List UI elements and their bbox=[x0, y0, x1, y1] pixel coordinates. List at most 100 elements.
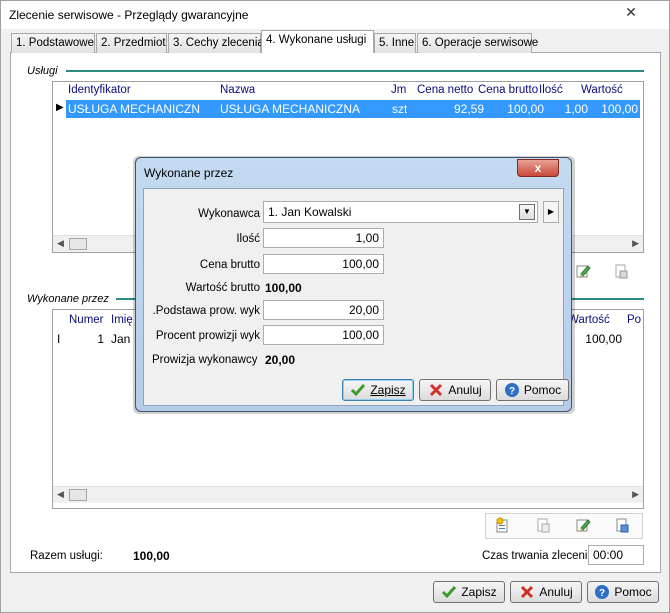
wartosc-value: 100,00 bbox=[265, 281, 302, 295]
scroll-left-icon[interactable]: ◀ bbox=[57, 238, 64, 249]
tab-cechy[interactable]: 3. Cechy zlecenia bbox=[168, 33, 264, 53]
cell-numer: 1 bbox=[97, 332, 104, 346]
chevron-right-icon[interactable]: ▶ bbox=[543, 201, 559, 223]
edit-icon[interactable] bbox=[575, 517, 591, 533]
cancel-button[interactable]: Anuluj bbox=[510, 581, 582, 603]
cell-cena-brutto: 100,00 bbox=[507, 102, 544, 116]
tab-label: 1. Podstawowe bbox=[16, 37, 94, 49]
delete-icon[interactable] bbox=[613, 263, 629, 279]
cell-ilosc: 1,00 bbox=[564, 102, 588, 116]
row-indicator-icon: ▶ bbox=[56, 102, 64, 113]
chevron-down-icon[interactable]: ▼ bbox=[519, 204, 535, 220]
razem-value: 100,00 bbox=[133, 549, 170, 563]
col-cena-netto[interactable]: Cena netto bbox=[417, 84, 473, 96]
save-button[interactable]: Zapisz bbox=[433, 581, 505, 603]
dialog-save-button[interactable]: Zapisz bbox=[342, 379, 414, 401]
help-button[interactable]: ? Pomoc bbox=[587, 581, 659, 603]
wykonane-hscroll[interactable]: ◀ ▶ bbox=[53, 486, 643, 503]
razem-label: Razem usługi: bbox=[30, 550, 103, 562]
cross-icon bbox=[430, 383, 443, 397]
tab-label: 4. Wykonane usługi bbox=[266, 34, 367, 46]
col-po[interactable]: Po bbox=[627, 314, 641, 326]
uslugi-divider bbox=[66, 70, 644, 72]
help-icon: ? bbox=[504, 383, 519, 397]
save-label: Zapisz bbox=[461, 585, 497, 599]
scroll-thumb[interactable] bbox=[69, 238, 87, 250]
save-label: Zapisz bbox=[370, 383, 406, 397]
cancel-label: Anuluj bbox=[448, 383, 482, 397]
col-identyfikator[interactable]: Identyfikator bbox=[68, 84, 131, 96]
window-close-icon[interactable]: ✕ bbox=[617, 3, 645, 21]
scroll-thumb[interactable] bbox=[69, 489, 87, 501]
wykonane-przez-dialog: Wykonane przez x Wykonawca 1. Jan Kowals… bbox=[135, 157, 572, 412]
text-cursor-icon: I bbox=[57, 332, 61, 346]
scroll-right-icon[interactable]: ▶ bbox=[632, 238, 639, 249]
ilosc-label: Ilość bbox=[236, 233, 260, 245]
scroll-right-icon[interactable]: ▶ bbox=[632, 489, 639, 500]
dialog-title: Wykonane przez bbox=[144, 166, 234, 180]
col-ilosc[interactable]: Ilość bbox=[539, 84, 563, 96]
wykonane-section-label: Wykonane przez bbox=[27, 293, 109, 305]
ilosc-field[interactable]: 1,00 bbox=[263, 228, 384, 248]
tab-przedmiot[interactable]: 2. Przedmiot bbox=[96, 33, 167, 53]
tab-label: 3. Cechy zlecenia bbox=[173, 37, 264, 49]
col-nazwa[interactable]: Nazwa bbox=[220, 84, 255, 96]
cell-identyfikator: USŁUGA MECHANICZN bbox=[68, 102, 201, 116]
cell-imie: Jan bbox=[111, 332, 131, 346]
tab-label: 5. Inne bbox=[379, 37, 415, 49]
tab-inne[interactable]: 5. Inne bbox=[374, 33, 416, 53]
col-wartosc[interactable]: Wartość bbox=[581, 84, 623, 96]
scroll-left-icon[interactable]: ◀ bbox=[57, 489, 64, 500]
check-icon bbox=[351, 384, 366, 397]
uslugi-section-label: Usługi bbox=[27, 65, 58, 77]
tab-label: 2. Przedmiot bbox=[101, 37, 166, 49]
prowizja-value: 20,00 bbox=[265, 353, 296, 367]
delete-icon[interactable] bbox=[614, 517, 630, 533]
czas-label: Czas trwania zlecenia bbox=[482, 550, 594, 562]
help-icon: ? bbox=[595, 585, 610, 599]
uslugi-grid-header: Identyfikator Nazwa Jm Cena netto Cena b… bbox=[53, 82, 643, 100]
help-label: Pomoc bbox=[614, 585, 652, 599]
table-row[interactable]: USŁUGA MECHANICZN USŁUGA MECHANICZNA szt… bbox=[66, 100, 640, 118]
dialog-cancel-button[interactable]: Anuluj bbox=[419, 379, 491, 401]
tab-wykonane-uslugi[interactable]: 4. Wykonane usługi bbox=[261, 30, 374, 53]
wykonawca-value: 1. Jan Kowalski bbox=[268, 205, 352, 219]
cell-jm: szt bbox=[392, 102, 408, 116]
copy-icon[interactable] bbox=[535, 517, 551, 533]
check-icon bbox=[442, 586, 457, 599]
cena-field[interactable]: 100,00 bbox=[263, 254, 384, 274]
svg-text:?: ? bbox=[509, 386, 515, 397]
col-jm[interactable]: Jm bbox=[391, 84, 406, 96]
window-title: Zlecenie serwisowe - Przeglądy gwarancyj… bbox=[9, 8, 249, 22]
help-label: Pomoc bbox=[523, 383, 562, 397]
col-numer[interactable]: Numer bbox=[69, 314, 104, 326]
cell-nazwa: USŁUGA MECHANICZNA bbox=[220, 102, 361, 116]
svg-text:?: ? bbox=[599, 588, 605, 599]
cell-wartosc: 100,00 bbox=[585, 332, 622, 346]
dialog-body: Wykonawca 1. Jan Kowalski ▼ ▶ Ilość 1,00… bbox=[143, 188, 569, 406]
tab-label: 6. Operacje serwisowe bbox=[422, 37, 539, 49]
cell-cena-netto: 92,59 bbox=[453, 102, 484, 116]
podstawa-field[interactable]: 20,00 bbox=[263, 300, 384, 320]
cross-icon bbox=[521, 585, 534, 599]
dialog-help-button[interactable]: ? Pomoc bbox=[496, 379, 569, 401]
col-cena-brutto[interactable]: Cena brutto bbox=[478, 84, 538, 96]
tab-podstawowe[interactable]: 1. Podstawowe bbox=[11, 33, 95, 53]
podstawa-label: .Podstawa prow. wyk bbox=[152, 305, 260, 317]
wartosc-label: Wartość brutto bbox=[185, 282, 260, 294]
dialog-form: Wykonawca 1. Jan Kowalski ▼ ▶ Ilość 1,00… bbox=[148, 197, 561, 367]
cell-wartosc: 100,00 bbox=[601, 102, 638, 116]
wykonawca-select[interactable]: 1. Jan Kowalski ▼ bbox=[263, 201, 538, 223]
edit-icon[interactable] bbox=[575, 263, 591, 279]
procent-field[interactable]: 100,00 bbox=[263, 325, 384, 345]
add-icon[interactable] bbox=[494, 517, 510, 533]
title-bar: Zlecenie serwisowe - Przeglądy gwarancyj… bbox=[1, 1, 669, 29]
prowizja-label: Prowizja wykonawcy bbox=[152, 354, 258, 366]
procent-label: Procent prowizji wyk bbox=[155, 330, 260, 342]
col-imie[interactable]: Imię bbox=[111, 314, 133, 326]
dialog-close-button[interactable]: x bbox=[517, 159, 559, 177]
cancel-label: Anuluj bbox=[539, 585, 573, 599]
czas-field[interactable]: 00:00 bbox=[588, 545, 644, 565]
tab-operacje[interactable]: 6. Operacje serwisowe bbox=[417, 33, 538, 53]
cena-label: Cena brutto bbox=[199, 259, 260, 271]
